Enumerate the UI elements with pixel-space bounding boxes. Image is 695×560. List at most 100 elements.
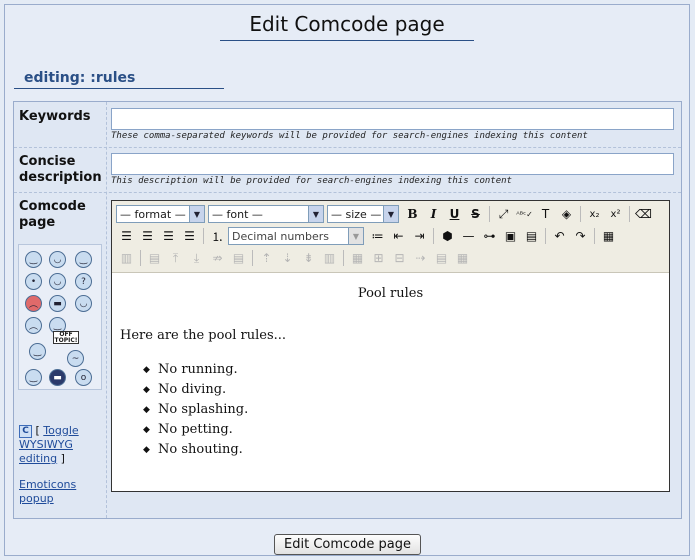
align-left-icon[interactable]: ☰ [116, 227, 137, 245]
indent-icon[interactable]: ⇥ [409, 227, 430, 245]
description-label: Concise description [19, 154, 102, 186]
emoticon-cool-icon[interactable]: ▬ [49, 295, 66, 312]
remove-format-icon[interactable]: ⌫ [633, 205, 654, 223]
column-divider [106, 102, 107, 518]
emoticon-wink-icon[interactable]: ‿ [75, 251, 92, 268]
toolbar-separator [140, 250, 141, 266]
toolbar-separator [545, 228, 546, 244]
insert-row-after-icon[interactable]: ⤓ [186, 249, 207, 267]
description-hint: This description will be provided for se… [111, 176, 512, 186]
emoticon-ninja-icon[interactable]: ▬ [49, 369, 66, 386]
content-title: Pool rules [357, 286, 424, 301]
table-properties-icon[interactable]: ▥ [116, 249, 137, 267]
wysiwyg-editor: — format — ▼ — font — ▼ — size — ▼ B I U S … [111, 200, 670, 492]
merge-cells-icon[interactable]: ▥ [319, 249, 340, 267]
list-item: No splashing. [143, 400, 248, 420]
insert-object-icon[interactable]: ⬢ [437, 227, 458, 245]
toggle-wysiwyg-row: C [ Toggle WYSIWYG editing ] [19, 424, 103, 466]
keywords-hint: These comma-separated keywords will be p… [111, 131, 588, 141]
toolbar-separator [343, 250, 344, 266]
bold-button[interactable]: B [402, 205, 423, 223]
insert-cell-icon[interactable]: ⊞ [368, 249, 389, 267]
emoticon-happy-icon[interactable]: ◡ [49, 273, 66, 290]
emoticons-popup-link[interactable]: Emoticons popup [19, 478, 89, 506]
edit-comcode-page-button[interactable]: Edit Comcode page [274, 534, 421, 555]
format-select[interactable]: — format — ▼ [116, 205, 205, 223]
subscript-button[interactable]: x₂ [584, 205, 605, 223]
list-item: No shouting. [143, 440, 248, 460]
size-select-value: — size — [331, 207, 382, 221]
size-select[interactable]: — size — ▼ [327, 205, 399, 223]
redo-icon[interactable]: ↷ [570, 227, 591, 245]
insert-col-before-icon[interactable]: ⇡ [256, 249, 277, 267]
toolbar-separator [489, 206, 490, 222]
move-cell-icon[interactable]: ⇢ [410, 249, 431, 267]
emoticon-shocked-icon[interactable]: o [75, 369, 92, 386]
row-divider [14, 147, 681, 148]
insert-table-icon[interactable]: ▤ [521, 227, 542, 245]
toolbar-row-3: ▥ ▤ ⤒ ⤓ ⇏ ▤ ⇡ ⇣ ⇟ ▥ ▦ ⊞ ⊟ ⇢ ▤ ▦ [116, 248, 473, 268]
text-color-icon[interactable]: T [535, 205, 556, 223]
image-icon[interactable]: ▣ [500, 227, 521, 245]
table-layout-icon[interactable]: ▤ [431, 249, 452, 267]
page-title: Edit Comcode page [220, 12, 474, 41]
list-style-select-value: Decimal numbers [232, 229, 330, 243]
spellcheck-icon[interactable]: ᴬᴮᶜ✓ [514, 205, 535, 223]
font-select-value: — font — [212, 207, 263, 221]
fullscreen-icon[interactable]: ⤢ [493, 205, 514, 223]
underline-button[interactable]: U [444, 205, 465, 223]
list-item: No running. [143, 360, 248, 380]
list-style-select[interactable]: Decimal numbers ▼ [228, 227, 364, 245]
align-justify-icon[interactable]: ☰ [179, 227, 200, 245]
bullet-list-icon[interactable]: ≔ [367, 227, 388, 245]
comcode-label-line1: Comcode [19, 199, 86, 214]
toggle-open-bracket: [ [35, 424, 40, 437]
background-color-icon[interactable]: ◈ [556, 205, 577, 223]
split-cell-icon[interactable]: ▤ [228, 249, 249, 267]
chevron-down-icon: ▼ [189, 206, 204, 222]
link-icon[interactable]: ⊶ [479, 227, 500, 245]
table-grid-icon[interactable]: ▦ [452, 249, 473, 267]
align-right-icon[interactable]: ☰ [158, 227, 179, 245]
emoticon-offtopic-icon[interactable]: OFF TOPIC! [53, 331, 79, 344]
superscript-button[interactable]: x² [605, 205, 626, 223]
italic-button[interactable]: I [423, 205, 444, 223]
emoticon-tongue-icon[interactable]: • [25, 273, 42, 290]
strikethrough-button[interactable]: S [465, 205, 486, 223]
font-select[interactable]: — font — ▼ [208, 205, 324, 223]
outdent-icon[interactable]: ⇤ [388, 227, 409, 245]
emoticon-sad-icon[interactable]: ︵ [25, 317, 42, 334]
emoticon-smile-icon[interactable]: ‿ [25, 251, 42, 268]
comcode-icon: C [19, 424, 32, 438]
toolbar-separator [433, 228, 434, 244]
cell-properties-icon[interactable]: ▦ [347, 249, 368, 267]
emoticon-grin-icon[interactable]: ◡ [49, 251, 66, 268]
editor-content[interactable]: Pool rules Here are the pool rules... No… [112, 274, 669, 491]
insert-col-after-icon[interactable]: ⇣ [277, 249, 298, 267]
toolbar-separator [203, 228, 204, 244]
emoticon-laugh-icon[interactable]: ◡ [75, 295, 92, 312]
delete-col-icon[interactable]: ⇟ [298, 249, 319, 267]
emoticon-thinking-icon[interactable]: ? [75, 273, 92, 290]
edit-form: Keywords These comma-separated keywords … [13, 101, 682, 519]
align-center-icon[interactable]: ☰ [137, 227, 158, 245]
emoticon-blank-icon[interactable]: ‿ [25, 369, 42, 386]
toolbar-separator [629, 206, 630, 222]
row-properties-icon[interactable]: ▤ [144, 249, 165, 267]
insert-row-before-icon[interactable]: ⤒ [165, 249, 186, 267]
toolbar-separator [252, 250, 253, 266]
chevron-down-icon: ▼ [308, 206, 323, 222]
undo-icon[interactable]: ↶ [549, 227, 570, 245]
description-input[interactable] [111, 153, 674, 175]
row-divider [14, 192, 681, 193]
delete-cell-icon[interactable]: ⊟ [389, 249, 410, 267]
toolbar-row-2: ☰ ☰ ☰ ☰ ⒈ Decimal numbers ▼ ≔ ⇤ ⇥ ⬢ — ⊶ ▣… [116, 226, 619, 246]
horizontal-rule-icon[interactable]: — [458, 227, 479, 245]
delete-row-icon[interactable]: ⇏ [207, 249, 228, 267]
emoticon-confused-icon[interactable]: ~ [67, 350, 84, 367]
emoticon-angry-icon[interactable]: ︵ [25, 295, 42, 312]
source-view-icon[interactable]: ▦ [598, 227, 619, 245]
keywords-input[interactable] [111, 108, 674, 130]
emoticon-thumbsup-icon[interactable]: ‿ [29, 343, 46, 360]
numbered-list-icon[interactable]: ⒈ [207, 227, 228, 245]
